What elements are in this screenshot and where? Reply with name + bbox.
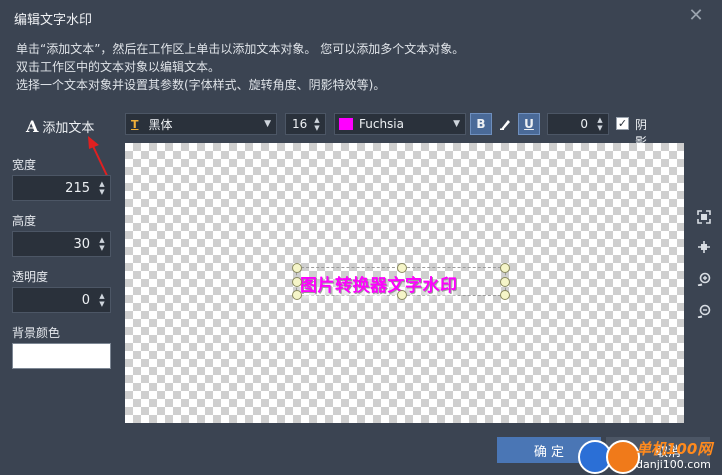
background-color-picker[interactable] xyxy=(12,343,111,369)
bold-button[interactable]: B xyxy=(470,113,492,135)
actual-size-icon[interactable] xyxy=(692,240,716,260)
opacity-label: 透明度 xyxy=(12,270,49,284)
height-value: 30 xyxy=(73,237,90,252)
chevron-down-icon: ▼ xyxy=(264,119,271,129)
font-size-value: 16 xyxy=(292,117,308,131)
resize-handle[interactable] xyxy=(397,290,407,300)
add-text-button[interactable]: A 添加文本 xyxy=(26,116,94,136)
text-a-icon: A xyxy=(26,116,39,136)
font-icon: T xyxy=(131,117,139,131)
text-object[interactable]: 图片转换器文字水印 xyxy=(292,263,510,300)
workspace-canvas[interactable]: 图片转换器文字水印 xyxy=(125,143,684,423)
site-watermark-logo: 单机100网 danji100.com xyxy=(576,436,722,475)
color-name: Fuchsia xyxy=(359,117,404,131)
opacity-stepper[interactable]: 0 ▲ ▼ xyxy=(12,287,111,313)
stepper-arrows-icon[interactable]: ▲ ▼ xyxy=(98,292,106,308)
zoom-out-icon[interactable] xyxy=(692,304,716,324)
background-color-label: 背景颜色 xyxy=(12,326,61,340)
instruction-line-1: 单击“添加文本”，然后在工作区上单击以添加文本对象。 您可以添加多个文本对象。 xyxy=(16,42,465,56)
width-label: 宽度 xyxy=(12,158,37,172)
close-icon[interactable]: ✕ xyxy=(686,6,706,26)
stepper-arrows-icon[interactable]: ▲ ▼ xyxy=(313,116,321,132)
resize-handle[interactable] xyxy=(500,277,510,287)
logo-circle-icon xyxy=(606,440,640,474)
width-value: 215 xyxy=(65,181,90,196)
instruction-line-2: 双击工作区中的文本对象以编辑文本。 xyxy=(16,60,221,74)
resize-handle[interactable] xyxy=(292,290,302,300)
opacity-value: 0 xyxy=(81,293,90,308)
logo-site-url: danji100.com xyxy=(636,458,711,471)
italic-pen-icon[interactable] xyxy=(494,113,516,135)
font-size-stepper[interactable]: 16 ▲ ▼ xyxy=(285,113,326,135)
rotation-stepper[interactable]: 0 ▲ ▼ xyxy=(547,113,609,135)
color-swatch xyxy=(339,118,353,130)
instruction-line-3: 选择一个文本对象并设置其参数(字体样式、旋转角度、阴影特效等)。 xyxy=(16,78,386,92)
chevron-down-icon: ▼ xyxy=(453,119,460,129)
stepper-arrows-icon[interactable]: ▲ ▼ xyxy=(98,236,106,252)
stepper-arrows-icon[interactable]: ▲ ▼ xyxy=(596,116,604,132)
resize-handle[interactable] xyxy=(500,290,510,300)
height-label: 高度 xyxy=(12,214,37,228)
shadow-checkbox[interactable]: ✓ xyxy=(616,117,629,130)
add-text-label: 添加文本 xyxy=(42,120,95,136)
stepper-arrows-icon[interactable]: ▲ ▼ xyxy=(98,180,106,196)
color-dropdown[interactable]: Fuchsia ▼ xyxy=(334,113,466,135)
resize-handle[interactable] xyxy=(292,277,302,287)
zoom-in-icon[interactable] xyxy=(692,272,716,292)
title-bar: 编辑文字水印 ✕ xyxy=(0,0,722,34)
width-stepper[interactable]: 215 ▲ ▼ xyxy=(12,175,111,201)
resize-handle[interactable] xyxy=(397,263,407,273)
resize-handle[interactable] xyxy=(292,263,302,273)
font-family-dropdown[interactable]: T 黑体 ▼ xyxy=(125,113,277,135)
rotation-value: 0 xyxy=(580,117,588,131)
watermark-text: 图片转换器文字水印 xyxy=(300,276,458,296)
height-stepper[interactable]: 30 ▲ ▼ xyxy=(12,231,111,257)
instructions: 单击“添加文本”，然后在工作区上单击以添加文本对象。 您可以添加多个文本对象。 … xyxy=(16,40,464,94)
underline-button[interactable]: U xyxy=(518,113,540,135)
resize-handle[interactable] xyxy=(500,263,510,273)
font-family-value: 黑体 xyxy=(148,117,173,132)
logo-site-name: 单机100网 xyxy=(636,440,713,458)
window-title: 编辑文字水印 xyxy=(14,13,93,28)
fit-screen-icon[interactable] xyxy=(692,210,716,230)
